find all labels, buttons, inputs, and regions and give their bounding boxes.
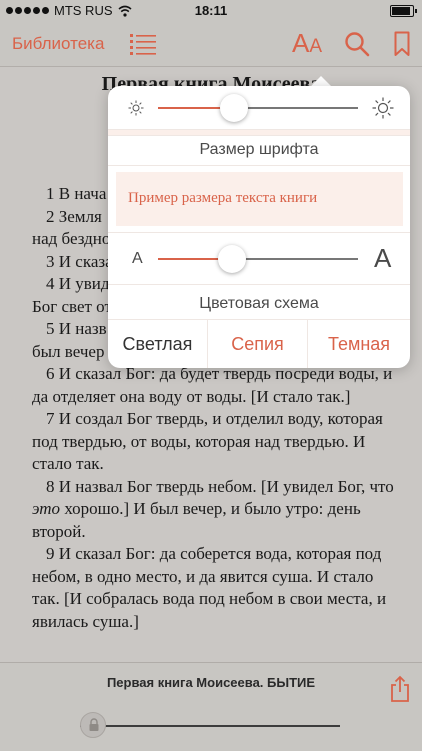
- scheme-sepia-button[interactable]: Сепия: [208, 320, 308, 368]
- font-settings-button[interactable]: AA: [292, 28, 322, 59]
- font-sample-text: Пример размера текста книги: [128, 190, 318, 206]
- table-of-contents-icon[interactable]: [130, 33, 156, 55]
- verse-8-text-after: хорошо.] И был вечер, и было утро: день …: [32, 499, 361, 541]
- popover-separator: [108, 232, 410, 233]
- verse-8-text-before: 8 И назвал Бог твердь небом. [И увидел Б…: [46, 476, 394, 496]
- font-big-letter: A: [292, 28, 310, 58]
- bottom-bar: Первая книга Моисеева. БЫТИЕ: [0, 662, 422, 751]
- font-size-label-row: [108, 86, 410, 166]
- battery-fill: [392, 7, 410, 15]
- battery-icon: [390, 5, 417, 17]
- status-bar: MTS RUS 18:11: [0, 0, 422, 22]
- font-size-big-letter: A: [374, 243, 392, 273]
- navigation-bar: Библиотека AA: [0, 22, 422, 67]
- font-size-small-letter: A: [132, 250, 143, 267]
- carrier-name: MTS RUS: [54, 3, 113, 18]
- verse-6: 6 И сказал Бог: да будет твердь посреди …: [32, 364, 393, 406]
- font-sample-box: Пример размера текста книги: [116, 172, 403, 226]
- share-icon[interactable]: [390, 675, 410, 703]
- color-scheme-label: Цветовая схема: [199, 295, 319, 312]
- signal-dots-icon: [6, 7, 49, 14]
- reading-progress-track[interactable]: [80, 725, 340, 727]
- popover-separator: [108, 284, 410, 285]
- verse-8: 8 И назвал Бог твердь небом. [И увидел Б…: [32, 476, 394, 544]
- bookmark-icon[interactable]: [394, 31, 410, 57]
- font-settings-popover: Размер шрифта Пример размера текста книг…: [108, 86, 410, 368]
- wifi-icon: [117, 5, 132, 17]
- verse-7: 7 И создал Бог твердь, и отделил воду, к…: [32, 409, 383, 473]
- verse-8-italic: это: [32, 499, 61, 518]
- carrier-group: MTS RUS: [6, 3, 132, 18]
- scheme-light-button[interactable]: Светлая: [108, 320, 208, 368]
- library-button[interactable]: Библиотека: [12, 34, 104, 54]
- font-size-slider-thumb[interactable]: [218, 245, 246, 273]
- book-title: Первая книга Моисеева. БЫТИЕ: [106, 675, 316, 690]
- search-icon[interactable]: [344, 31, 370, 57]
- scheme-dark-button[interactable]: Темная: [308, 320, 410, 368]
- verse-9: 9 И сказал Бог: да соберется вода, котор…: [32, 544, 387, 631]
- font-size-slider-track[interactable]: [232, 258, 358, 260]
- font-small-letter: A: [309, 36, 323, 57]
- lock-icon: [89, 718, 99, 731]
